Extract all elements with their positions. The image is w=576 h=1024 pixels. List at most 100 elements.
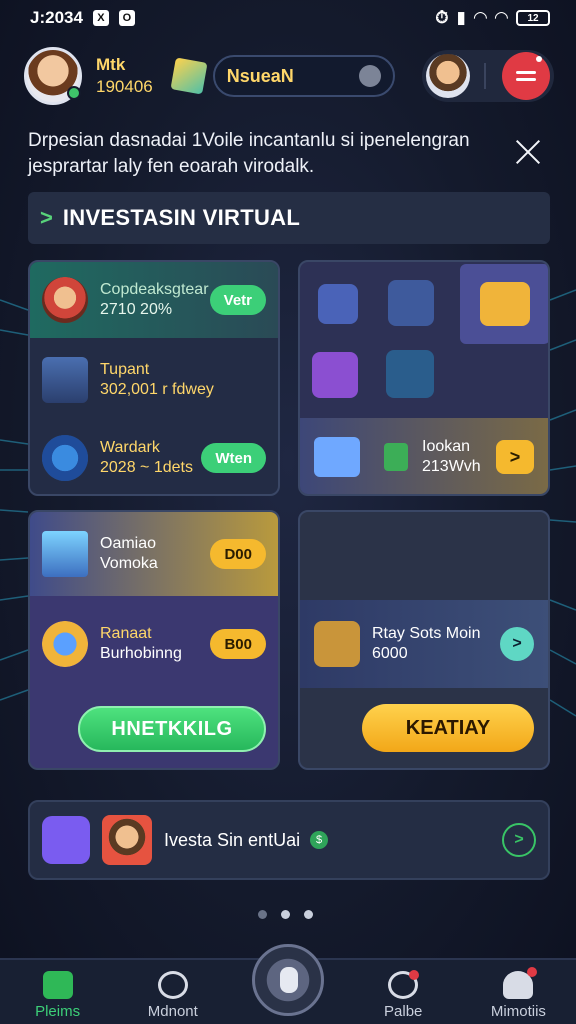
item-title: Wardark xyxy=(100,439,160,456)
shield-icon xyxy=(314,621,360,667)
page-dot[interactable] xyxy=(258,910,267,919)
center-action-button[interactable] xyxy=(252,944,324,1016)
treasure-box-icon[interactable] xyxy=(480,282,530,326)
medal-icon xyxy=(42,621,88,667)
list-item[interactable]: Tupant 302,001 r fdwey xyxy=(30,340,278,420)
notification-x-icon: X xyxy=(92,10,109,26)
list-item[interactable]: Ranaat Burhobinng B00 xyxy=(30,598,278,690)
nav-label: Pleims xyxy=(35,1003,81,1020)
home-icon xyxy=(42,971,73,999)
assets-grid-panel: Iookan 213Wvh > xyxy=(298,260,550,496)
item-title: Oamiao xyxy=(100,535,157,552)
cookie-tablet-icon[interactable] xyxy=(388,280,434,326)
card-arrow-button[interactable]: > xyxy=(500,627,534,661)
compass-icon xyxy=(42,435,88,481)
calendar-icon xyxy=(384,443,408,471)
ready-button[interactable]: KEATIAY xyxy=(362,704,534,752)
target-icon xyxy=(157,971,188,999)
document-icon[interactable] xyxy=(318,284,358,324)
search-bar[interactable] xyxy=(212,55,395,97)
promo-text: Ivesta Sin entUai xyxy=(164,829,301,850)
online-badge-icon xyxy=(67,86,81,100)
status-time: J:2034 xyxy=(30,8,83,27)
wifi-icon-2: ◠ xyxy=(494,8,508,27)
signal-icon: ▮ xyxy=(456,8,466,27)
menu-button[interactable] xyxy=(502,52,550,100)
advisor-avatar xyxy=(102,815,152,865)
nav-palbe[interactable]: Palbe xyxy=(346,960,461,1024)
nav-moment[interactable]: Mdnont xyxy=(115,960,230,1024)
list-item[interactable]: Wardark 2028 ~ 1dets Wten xyxy=(30,420,278,494)
strip-arrow-button[interactable]: > xyxy=(496,440,534,474)
watch-button[interactable]: Wten xyxy=(201,443,266,473)
notice-text: Drpesian dasnadai 1Voile incantanlu si i… xyxy=(28,130,470,177)
search-input[interactable] xyxy=(226,65,357,87)
double-chevron-icon: > xyxy=(40,205,53,230)
user-icon xyxy=(503,967,538,999)
strip-title: Iookan xyxy=(422,438,471,455)
view-button[interactable]: Vetr xyxy=(209,285,266,315)
item-value: 2710 20% xyxy=(100,301,173,318)
item-title: Ranaat xyxy=(100,625,152,642)
status-bar: J:2034 X O ⏱ ▮ ◠ ◠ 12 xyxy=(0,0,576,36)
play-card[interactable]: Rtay Sots Moin 6000 > xyxy=(300,600,548,688)
username: Mtk xyxy=(96,55,126,74)
item-value: 2028 ~ 1dets xyxy=(100,459,193,476)
nav-profile[interactable]: Mimotiis xyxy=(461,960,576,1024)
asset-strip[interactable]: Iookan 213Wvh > xyxy=(300,418,548,494)
promo-arrow-button[interactable]: > xyxy=(502,823,536,857)
play-panel: Rtay Sots Moin 6000 > KEATIAY xyxy=(298,510,550,770)
compass-nav-icon xyxy=(388,970,420,999)
promo-card[interactable]: Ivesta Sin entUai $ > xyxy=(28,800,550,880)
item-title: Copdeaksgtear xyxy=(100,281,209,298)
report-icon xyxy=(314,437,360,477)
character-icon xyxy=(42,277,88,323)
notification-dot-icon xyxy=(409,970,420,980)
stock-chart-icon xyxy=(42,357,88,403)
card-value: 6000 xyxy=(372,645,408,662)
page-dot[interactable] xyxy=(304,910,313,919)
friend-avatar[interactable] xyxy=(426,54,470,98)
strip-value: 213Wvh xyxy=(422,458,481,475)
item-subtitle: Burhobinng xyxy=(100,645,182,662)
header-actions xyxy=(422,50,554,102)
item-subtitle: Vomoka xyxy=(100,555,158,572)
notification-o-icon: O xyxy=(118,10,135,26)
nav-home[interactable]: Pleims xyxy=(0,960,115,1024)
pen-icon[interactable] xyxy=(312,352,358,398)
notification-dot-icon xyxy=(527,967,538,977)
header-divider xyxy=(484,63,486,89)
nav-label: Mdnont xyxy=(147,1003,198,1020)
cube-icon xyxy=(170,57,208,95)
app-header: Mtk 190406 xyxy=(24,44,554,108)
nav-label: Palbe xyxy=(384,1003,423,1020)
video-play-icon[interactable] xyxy=(386,350,434,398)
section-header: > INVESTASIN VIRTUAL xyxy=(28,192,550,244)
nav-label: Mimotiis xyxy=(490,1003,546,1020)
user-info: Mtk 190406 xyxy=(96,54,153,98)
rewards-panel: Oamiao Vomoka D00 Ranaat Burhobinng B00 … xyxy=(28,510,280,770)
pagination-dots xyxy=(258,910,313,919)
page-dot[interactable] xyxy=(281,910,290,919)
profile-search-icon[interactable] xyxy=(358,65,381,87)
dollar-badge-icon: $ xyxy=(310,831,329,849)
list-item[interactable]: Copdeaksgtear 2710 20% Vetr xyxy=(30,262,278,338)
section-title: INVESTASIN VIRTUAL xyxy=(62,205,301,230)
coin-balance: 190406 xyxy=(96,77,153,96)
price-button[interactable]: D00 xyxy=(210,539,266,569)
battery-icon: 12 xyxy=(516,10,550,26)
item-title: Tupant xyxy=(100,361,150,378)
card-title: Rtay Sots Moin xyxy=(372,625,481,642)
item-value: 302,001 r fdwey xyxy=(100,381,214,398)
alarm-icon: ⏱ xyxy=(435,8,449,27)
investment-list-panel: Copdeaksgtear 2710 20% Vetr Tupant 302,0… xyxy=(28,260,280,496)
invest-button[interactable]: HNETKKILG xyxy=(78,706,266,752)
verified-search-icon xyxy=(42,816,90,864)
price-button[interactable]: B00 xyxy=(210,629,266,659)
notification-dot-icon xyxy=(536,56,542,62)
user-avatar[interactable] xyxy=(24,47,82,105)
list-item[interactable]: Oamiao Vomoka D00 xyxy=(30,512,278,596)
wifi-icon: ◠ xyxy=(473,8,487,27)
close-icon[interactable] xyxy=(512,136,544,168)
bar-chart-icon xyxy=(42,531,88,577)
